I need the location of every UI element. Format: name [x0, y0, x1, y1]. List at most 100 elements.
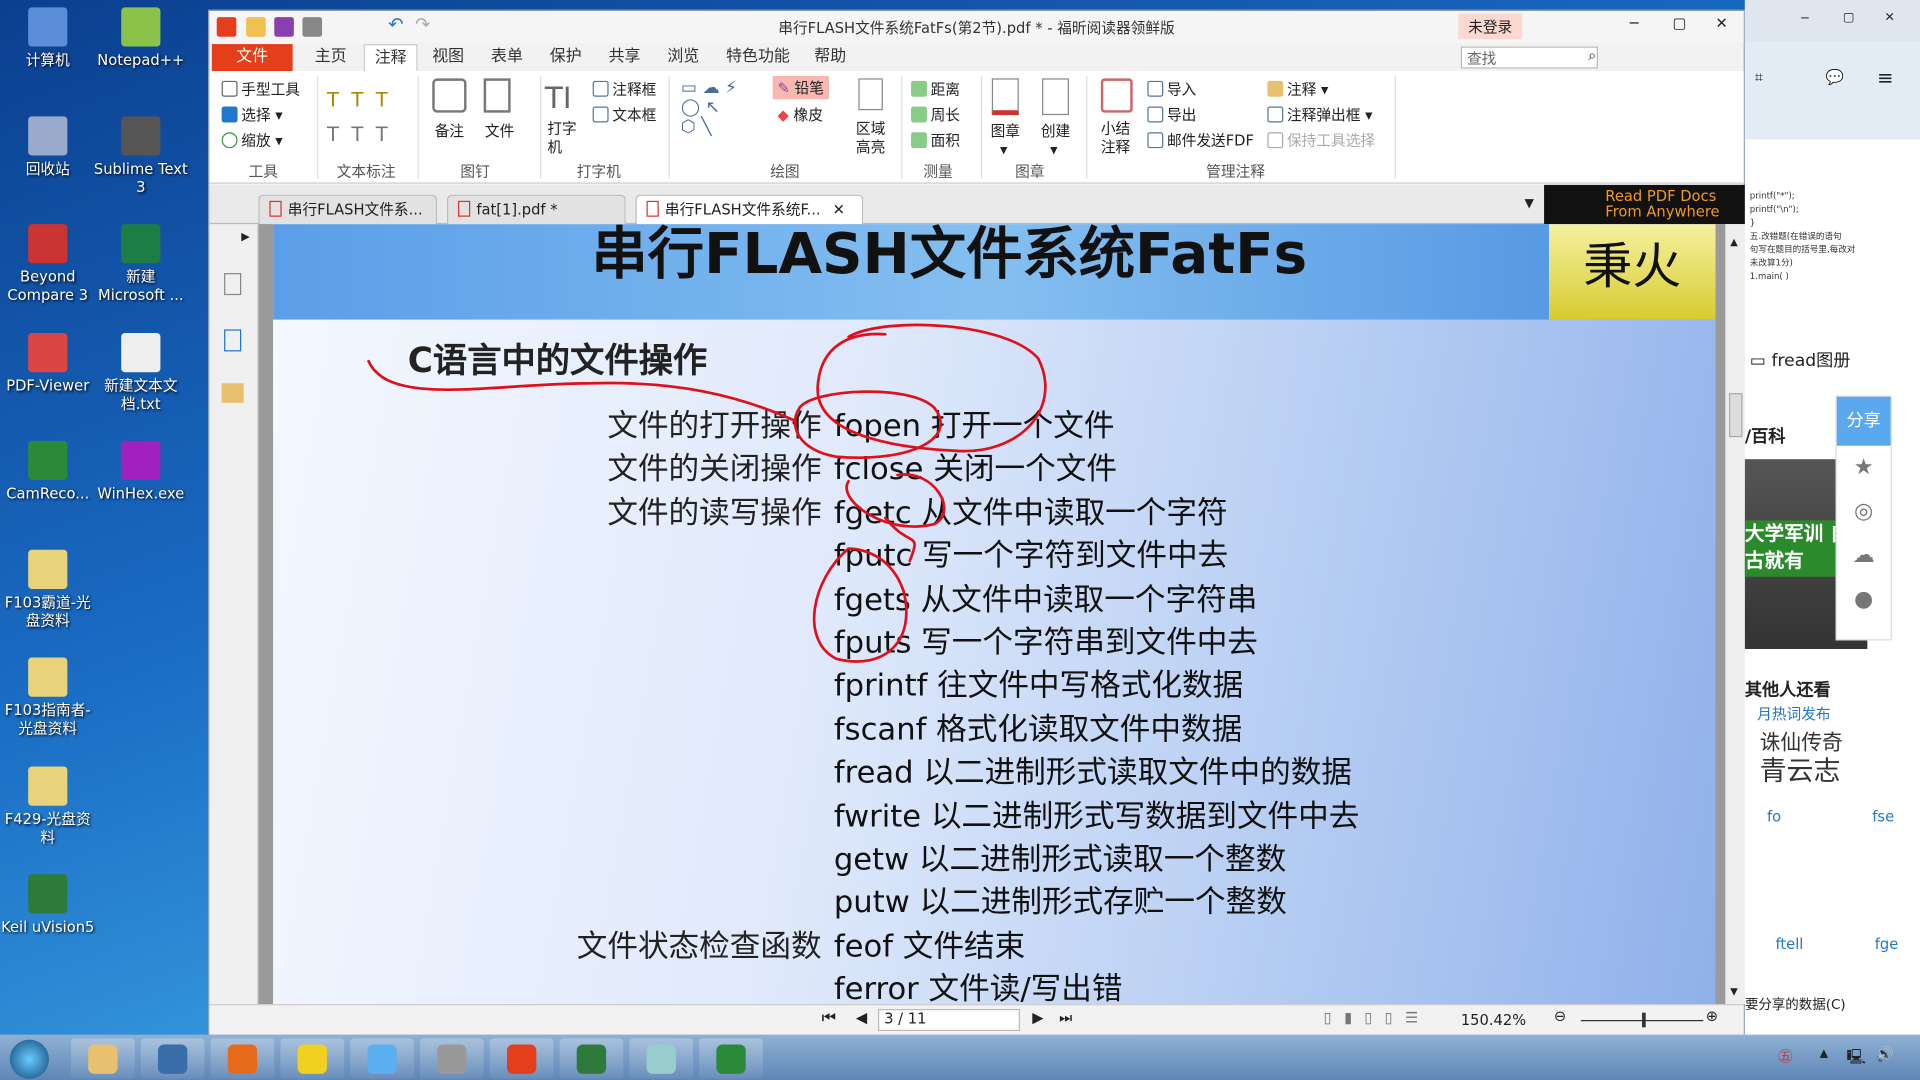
zoom-in-button[interactable]: ⊕	[1706, 1008, 1718, 1025]
textbox-button[interactable]: 文本框	[592, 104, 656, 125]
eraser-button[interactable]: ◆ 橡皮	[778, 104, 823, 125]
typewriter-button[interactable]: 打字机	[547, 120, 576, 157]
text-markup-icons-2[interactable]: T T T	[327, 122, 388, 145]
tab-doc-1[interactable]: 串行FLASH文件系...	[258, 194, 438, 225]
desktop-icon[interactable]: F103指南者-光盘资料	[0, 657, 96, 739]
email-fdf-button[interactable]: 邮件发送FDF	[1147, 130, 1254, 151]
next-page-button[interactable]: ▶	[1032, 1009, 1043, 1026]
desktop-icon[interactable]: 计算机	[0, 7, 96, 69]
export-button[interactable]: 导出	[1147, 104, 1196, 125]
popup-dropdown[interactable]: 注释弹出框 ▾	[1267, 104, 1372, 125]
taskbar-app-foxit[interactable]	[489, 1038, 554, 1079]
desktop-icon[interactable]: PDF-Viewer	[0, 332, 96, 394]
menu-tab[interactable]: 表单	[481, 44, 532, 71]
desktop-icon[interactable]: WinHex.exe	[93, 440, 189, 503]
menu-icon[interactable]: ≡	[1877, 66, 1893, 89]
tab-doc-3[interactable]: 串行FLASH文件系统F... ✕	[635, 194, 864, 225]
typewriter-icon[interactable]: TI	[545, 81, 572, 115]
desktop-icon[interactable]: F429-光盘资料	[0, 765, 96, 847]
desktop-icon[interactable]: Sublime Text 3	[93, 115, 189, 197]
search-icon[interactable]: ⌕	[1588, 47, 1596, 65]
taskbar-app-powershell[interactable]	[140, 1038, 205, 1079]
desktop-icon[interactable]: Beyond Compare 3	[0, 224, 96, 305]
text-markup-icons[interactable]: T T T	[327, 88, 388, 111]
keep-tool-checkbox[interactable]: 保持工具选择	[1267, 130, 1375, 151]
distance-button[interactable]: 距离	[911, 78, 960, 99]
comments-dropdown[interactable]: 注释 ▾	[1267, 78, 1328, 99]
area-highlight-button[interactable]: 区域高亮	[856, 120, 888, 157]
scrollbar-thumb[interactable]	[1728, 393, 1743, 438]
summarize-button[interactable]: 小结注释	[1101, 120, 1133, 157]
minimize-button[interactable]: ─	[1801, 12, 1808, 25]
share-button[interactable]: 分享	[1836, 396, 1891, 446]
first-page-button[interactable]: ⏮	[822, 1009, 836, 1027]
zoom-tool[interactable]: 缩放 ▾	[221, 130, 283, 151]
prev-page-button[interactable]: ◀	[856, 1009, 867, 1026]
search-input[interactable]: 查找	[1460, 46, 1598, 69]
desktop-icon[interactable]: 新建 Microsoft ...	[93, 224, 189, 305]
zoom-level[interactable]: 150.42%	[1461, 1011, 1526, 1028]
note-icon[interactable]	[432, 78, 467, 113]
desktop-icon[interactable]: Notepad++	[93, 7, 189, 69]
share-icons[interactable]: ★ ◎ ☁ ●	[1837, 446, 1891, 622]
maximize-button[interactable]: ▢	[1673, 15, 1687, 32]
import-button[interactable]: 导入	[1147, 78, 1196, 99]
menu-tab[interactable]: 浏览	[658, 44, 709, 71]
desktop-icon[interactable]: Keil uVision5	[0, 874, 96, 936]
news-item[interactable]: 月热词发布	[1757, 703, 1830, 724]
bookmark-icon[interactable]	[224, 273, 242, 296]
news-item[interactable]: 青云志	[1760, 749, 1841, 788]
pages-icon[interactable]	[224, 329, 242, 352]
close-tab-icon[interactable]: ✕	[833, 201, 845, 218]
tray-expand-icon[interactable]: ▲	[1820, 1048, 1828, 1060]
area-button[interactable]: 面积	[911, 130, 960, 151]
desktop-icon[interactable]: CamReco...	[0, 440, 96, 503]
select-tool[interactable]: 选择 ▾	[221, 104, 283, 125]
taskbar-app-notepad[interactable]	[629, 1038, 694, 1079]
close-button[interactable]: ✕	[1716, 15, 1728, 32]
thumb-link[interactable]: fo	[1767, 808, 1781, 825]
tab-list-dropdown[interactable]: ▼	[1524, 197, 1533, 210]
ime-icon[interactable]: ㊄	[1778, 1046, 1793, 1067]
menu-tab[interactable]: 注释	[363, 44, 418, 72]
stamp-icon[interactable]	[991, 78, 1019, 116]
taskbar-app-keil[interactable]	[559, 1038, 624, 1079]
desktop-icon[interactable]: 回收站	[0, 115, 96, 178]
note-button[interactable]: 备注	[435, 120, 464, 141]
create-stamp-button[interactable]: 创建 ▾	[1041, 120, 1070, 158]
chat-icon[interactable]: 💬	[1826, 69, 1844, 86]
tab-doc-2[interactable]: fat[1].pdf *	[446, 194, 626, 225]
menu-tab[interactable]: 保护	[540, 44, 591, 71]
maximize-button[interactable]: ▢	[1843, 11, 1855, 24]
menu-tab[interactable]: 视图	[422, 44, 473, 71]
comments-panel-icon[interactable]	[221, 383, 244, 403]
zoom-slider[interactable]	[1580, 1012, 1704, 1028]
create-stamp-icon[interactable]	[1042, 78, 1069, 116]
close-button[interactable]: ✕	[1884, 11, 1894, 24]
login-button[interactable]: 未登录	[1458, 13, 1523, 40]
summarize-icon[interactable]	[1100, 78, 1133, 113]
hand-tool[interactable]: 手型工具	[221, 78, 300, 99]
menu-tab[interactable]: 文件	[211, 44, 293, 72]
expand-panel-icon[interactable]: ▶	[241, 231, 249, 243]
menu-tab[interactable]: 特色功能	[716, 44, 799, 71]
page-number-input[interactable]: 3 / 11	[877, 1008, 1021, 1032]
crop-icon[interactable]: ⌗	[1755, 69, 1763, 87]
file-button[interactable]: 文件	[485, 120, 514, 141]
start-button[interactable]	[9, 1039, 49, 1079]
ad-banner[interactable]: Read PDF Docs From Anywhere	[1544, 184, 1745, 225]
area-highlight-icon[interactable]	[858, 78, 883, 111]
desktop-icon[interactable]: F103霸道-光盘资料	[0, 549, 96, 630]
thumb-link[interactable]: fge	[1875, 936, 1899, 953]
menu-tab[interactable]: 主页	[305, 44, 356, 71]
album-link[interactable]: ▭ fread图册	[1750, 348, 1851, 372]
minimize-button[interactable]: ─	[1630, 15, 1639, 32]
perimeter-button[interactable]: 周长	[911, 104, 960, 125]
taskbar-app-webcam[interactable]	[420, 1038, 484, 1079]
zoom-out-button[interactable]: ⊖	[1554, 1008, 1566, 1025]
menu-tab[interactable]: 帮助	[804, 44, 855, 71]
file-attach-icon[interactable]	[483, 78, 511, 113]
volume-icon[interactable]: 🔊	[1876, 1046, 1894, 1063]
shape-tools[interactable]: ▭ ☁ ⚡ ◯ ↖ ⬡ ╲	[681, 78, 737, 137]
menu-tab[interactable]: 共享	[599, 44, 650, 71]
